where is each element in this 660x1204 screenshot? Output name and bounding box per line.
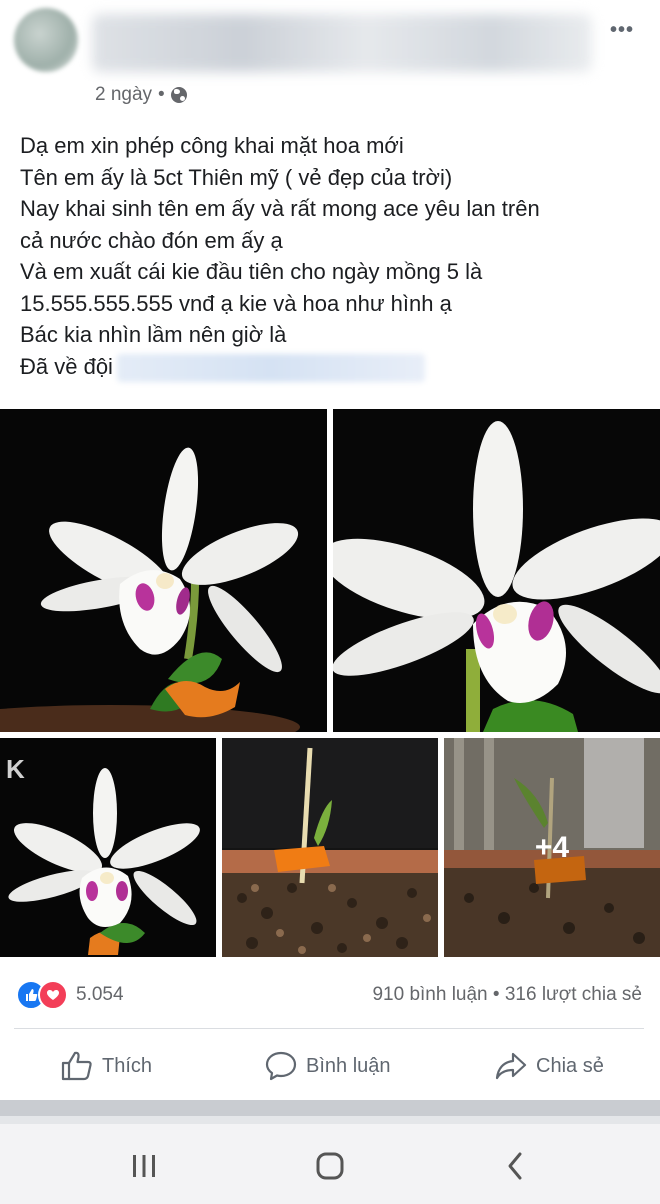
back-icon[interactable] (486, 1146, 546, 1186)
post-text-line: Nay khai sinh tên em ấy và rất mong ace … (20, 196, 540, 221)
reactions-bar: 5.054 910 bình luận • 316 lượt chia sẻ (0, 972, 660, 1016)
post-meta: 2 ngày • (95, 84, 187, 106)
post-text-line: 15.555.555.555 vnđ ạ kie và hoa như hình… (20, 290, 452, 316)
post-header: ••• 2 ngày • (0, 0, 660, 110)
recent-apps-icon[interactable] (114, 1146, 174, 1186)
share-count[interactable]: 316 lượt chia sẻ (505, 984, 642, 1005)
tagged-name-blurred[interactable] (116, 353, 425, 382)
avatar[interactable] (14, 8, 78, 72)
feed-separator-lower (0, 1116, 660, 1124)
post-time[interactable]: 2 ngày (95, 84, 152, 106)
like-button[interactable]: Thích (60, 1050, 152, 1082)
post-text-line: Đã về đội (20, 353, 113, 379)
svg-text:K: K (6, 754, 25, 784)
meta-separator: • (158, 84, 165, 105)
photo-1[interactable] (0, 409, 327, 732)
post-text: Dạ em xin phép công khai mặt hoa mới Tên… (20, 130, 650, 382)
share-label: Chia sẻ (536, 1054, 604, 1077)
photo-3[interactable]: K (0, 738, 216, 957)
divider (14, 1028, 644, 1029)
photo-grid: K +4 (0, 409, 660, 957)
stats-separator: • (492, 984, 500, 1005)
author-name-blurred[interactable] (92, 14, 592, 72)
thumbs-up-icon (61, 1051, 92, 1081)
photo-4[interactable] (222, 738, 438, 957)
photo-5[interactable]: +4 (444, 738, 660, 957)
post-text-line: Và em xuất cái kie đầu tiên cho ngày mồn… (20, 259, 483, 284)
system-navigation-bar (0, 1124, 660, 1204)
globe-icon (170, 87, 187, 103)
reaction-icons[interactable] (16, 980, 70, 1010)
comment-button[interactable]: Bình luận (264, 1050, 391, 1082)
share-arrow-icon (495, 1052, 527, 1080)
reaction-count[interactable]: 5.054 (76, 984, 124, 1006)
feed-separator (0, 1100, 660, 1116)
post-text-line: Dạ em xin phép công khai mặt hoa mới (20, 133, 404, 158)
engagement-stats: 910 bình luận • 316 lượt chia sẻ (372, 984, 642, 1006)
love-icon (38, 980, 68, 1010)
like-label: Thích (102, 1054, 153, 1077)
post-text-line: cả nước chào đón em ấy ạ (20, 227, 283, 253)
share-button[interactable]: Chia sẻ (494, 1050, 604, 1082)
comment-count[interactable]: 910 bình luận (372, 984, 487, 1005)
more-dots-icon[interactable]: ••• (610, 20, 634, 40)
comment-bubble-icon (265, 1051, 297, 1081)
post-text-line: Bác kia nhìn lầm nên giờ là (20, 322, 287, 347)
post-text-line: Tên em ấy là 5ct Thiên mỹ ( vẻ đẹp của t… (20, 164, 453, 190)
home-icon[interactable] (300, 1146, 360, 1186)
photo-2[interactable] (333, 409, 660, 732)
comment-label: Bình luận (306, 1054, 391, 1077)
post-text-line-last: Đã về đội (20, 351, 650, 383)
more-photos-overlay[interactable]: +4 (444, 738, 660, 957)
action-bar: Thích Bình luận Chia sẻ (0, 1040, 660, 1094)
